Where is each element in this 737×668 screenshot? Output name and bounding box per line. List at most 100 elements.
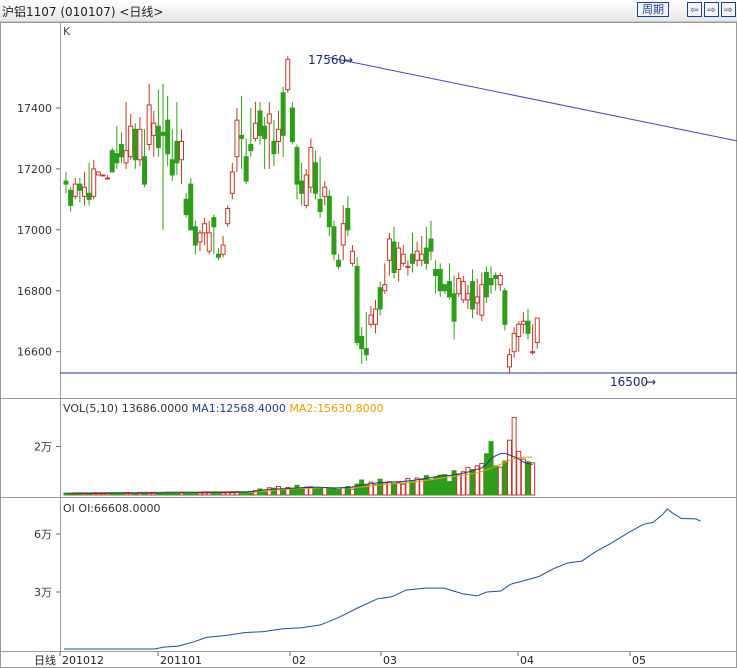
candle-up: [405, 265, 411, 268]
candle-down: [280, 92, 286, 136]
volume-bar-down: [391, 482, 397, 496]
volume-bar-up: [349, 488, 355, 496]
candle-down: [174, 140, 180, 164]
candle-down: [428, 238, 434, 252]
candle-up: [303, 174, 309, 206]
candle-down: [437, 268, 443, 292]
candle-down: [271, 140, 277, 155]
oi-legend-value: OI:66608.0000: [78, 502, 160, 515]
candlestick-series: [63, 56, 540, 373]
candle-up: [308, 147, 314, 188]
price-panel-label: K: [63, 25, 71, 38]
annotation-low: 16500: [610, 375, 648, 389]
candle-down: [377, 287, 383, 310]
candle-up: [128, 125, 134, 158]
candle-up: [474, 296, 480, 304]
x-tick-label: 03: [383, 654, 397, 667]
volume-bar-down: [294, 484, 300, 496]
chart-frame: [0, 22, 737, 668]
nav-prev-button[interactable]: ⇦: [687, 2, 702, 17]
volume-bar-up: [322, 486, 328, 496]
candle-down: [192, 226, 198, 246]
oi-axis-ticks: 3万 6万: [34, 528, 60, 599]
price-tick-label: 17000: [17, 224, 52, 237]
candle-up: [100, 174, 106, 177]
price-tick-label: 17200: [17, 163, 52, 176]
candle-down: [363, 348, 369, 356]
candle-down: [183, 198, 189, 216]
x-tick-label: 05: [632, 654, 646, 667]
candle-down: [359, 335, 365, 350]
candle-up: [349, 250, 355, 264]
candle-up: [414, 250, 420, 261]
nav-window-button[interactable]: ⇨: [704, 2, 719, 17]
candle-down: [354, 265, 360, 344]
candle-up: [520, 320, 526, 325]
candle-down: [109, 150, 115, 173]
candle-down: [483, 271, 489, 298]
candle-down: [248, 144, 254, 152]
volume-panel: VOL(5,10) 13686.0000 MA1:12568.4000 MA2:…: [34, 402, 536, 496]
candle-down: [336, 259, 342, 267]
candle-down: [326, 195, 332, 228]
candle-down: [169, 159, 175, 176]
oi-legend: OI OI:66608.0000: [63, 502, 161, 515]
nav-next-button[interactable]: ⇨: [721, 2, 736, 17]
volume-bar-down: [326, 487, 332, 496]
candle-up: [220, 244, 226, 255]
candle-up: [276, 128, 282, 142]
candle-up: [202, 223, 208, 234]
volume-bar-down: [433, 476, 439, 496]
candle-down: [312, 162, 318, 194]
candle-up: [234, 119, 240, 158]
candle-up: [229, 171, 235, 194]
open-interest-panel: OI OI:66608.0000 3万 6万: [34, 502, 701, 650]
volume-legend-label: VOL(5,10): [63, 402, 118, 415]
volume-bar-down: [299, 488, 305, 496]
candle-up: [197, 232, 203, 243]
candle-up: [373, 308, 379, 325]
volume-legend-ma1: MA1:12568.4000: [192, 402, 286, 415]
candle-up: [396, 247, 402, 270]
candle-down: [257, 110, 263, 136]
volume-bar-up: [414, 477, 420, 496]
candle-down: [525, 320, 531, 334]
volume-bar-down: [317, 487, 323, 496]
candle-up: [206, 232, 212, 252]
candle-down: [165, 119, 171, 155]
candle-down: [86, 192, 92, 200]
volume-bar-up: [530, 462, 536, 496]
candle-down: [114, 153, 120, 164]
candle-down: [160, 131, 166, 136]
candle-up: [400, 253, 406, 264]
x-axis: 日线 201012 201101 02 03 04 05: [34, 652, 646, 667]
candle-up: [479, 284, 485, 316]
candle-down: [410, 253, 415, 264]
candle-up: [419, 253, 425, 261]
candle-up: [368, 314, 374, 325]
period-label: 日线: [34, 653, 56, 667]
candle-down: [299, 180, 305, 194]
candle-up: [511, 332, 517, 353]
candle-down: [433, 268, 439, 277]
candle-down: [155, 125, 161, 149]
candle-down: [502, 290, 508, 325]
x-tick-label: 201101: [160, 654, 202, 667]
candle-down: [118, 144, 124, 158]
candle-up: [146, 104, 152, 146]
candle-up: [151, 122, 157, 136]
x-axis-labels: 201012 201101 02 03 04 05: [59, 652, 646, 667]
candle-up: [534, 317, 540, 344]
candle-down: [77, 183, 83, 191]
candle-up: [81, 186, 87, 197]
period-button[interactable]: 周期: [637, 2, 669, 17]
oi-tick-label: 3万: [34, 586, 52, 599]
oi-legend-label: OI: [63, 502, 75, 515]
candle-up: [497, 275, 503, 286]
candle-down: [63, 180, 69, 185]
candle-down: [211, 217, 217, 228]
candle-up: [123, 150, 129, 164]
candle-down: [188, 183, 194, 231]
chart-canvas: K 16600 16800 17000 17200 17400 17560 → 1650…: [0, 22, 737, 668]
annotation-high-arrow: →: [343, 53, 353, 67]
